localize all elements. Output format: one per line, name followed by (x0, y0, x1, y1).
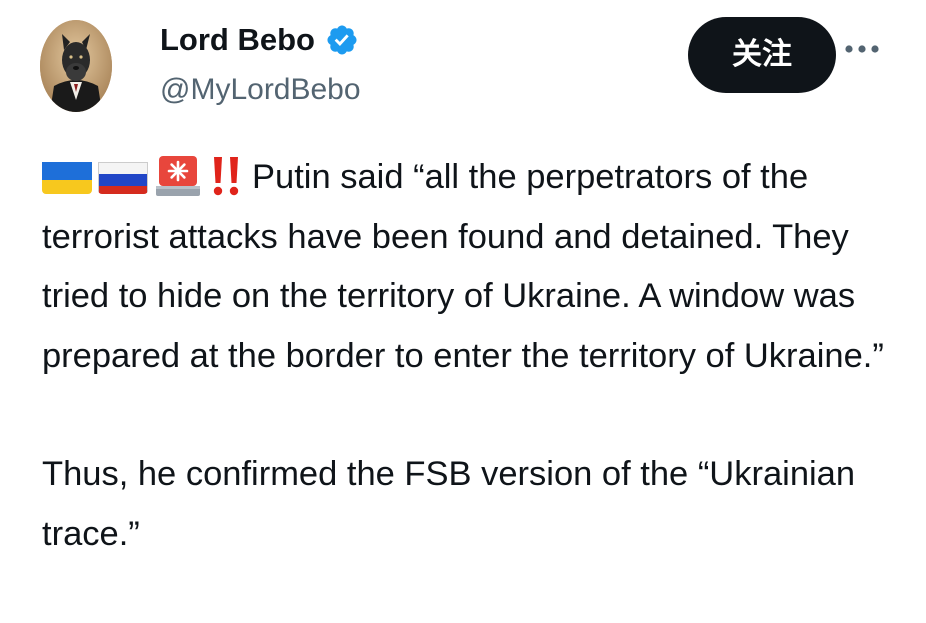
avatar-image (40, 20, 112, 112)
siren-icon (154, 153, 202, 199)
double-exclamation-icon (208, 155, 244, 197)
more-horizontal-icon[interactable] (843, 42, 881, 56)
ukraine-flag-icon (42, 158, 92, 194)
author-name[interactable]: Lord Bebo (160, 20, 359, 60)
author-handle[interactable]: @MyLordBebo (160, 70, 361, 110)
post-paragraph-2: Thus, he confirmed the FSB version of th… (42, 455, 856, 553)
russia-flag-icon (98, 158, 148, 194)
verified-badge-icon (325, 23, 359, 57)
post-card: Lord Bebo @MyLordBebo 关注 Putin said “all… (0, 0, 926, 623)
post-text: Putin said “all the perpetrators of the … (42, 148, 902, 564)
emoji-row (42, 153, 244, 199)
follow-button[interactable]: 关注 (688, 17, 836, 93)
avatar[interactable] (40, 20, 112, 112)
post-paragraph: Putin said “all the perpetrators of the … (42, 148, 902, 386)
author-name-label: Lord Bebo (160, 22, 315, 57)
